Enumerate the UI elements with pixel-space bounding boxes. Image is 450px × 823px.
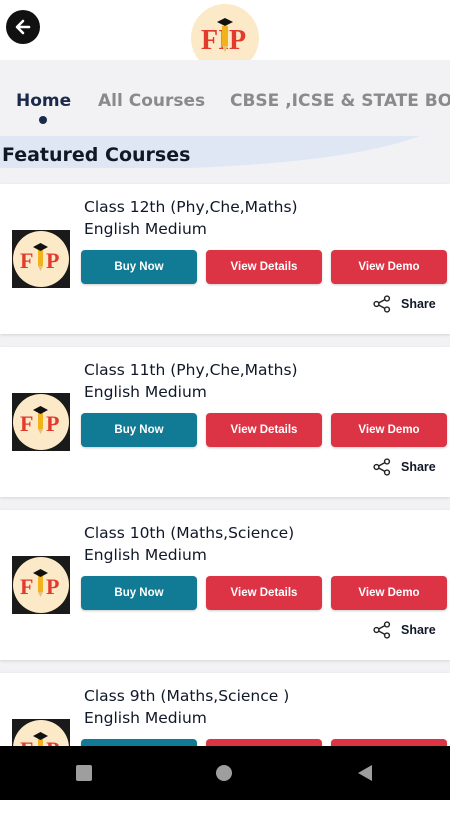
course-thumbnail[interactable]: F P xyxy=(12,556,70,614)
buy-now-button[interactable]: Buy Now xyxy=(81,250,197,284)
share-icon xyxy=(373,458,391,476)
section-title: Featured Courses xyxy=(2,144,191,166)
course-title: Class 10th (Maths,Science) xyxy=(84,524,295,542)
course-title: Class 11th (Phy,Che,Maths) xyxy=(84,361,298,379)
svg-text:P: P xyxy=(46,574,59,599)
share-button[interactable]: Share xyxy=(373,294,436,314)
fip-logo-icon: F P xyxy=(20,406,59,436)
share-label: Share xyxy=(401,297,436,311)
view-demo-button[interactable]: View Demo xyxy=(331,576,447,610)
course-medium: English Medium xyxy=(84,546,207,564)
svg-text:F: F xyxy=(20,574,33,599)
buy-now-button[interactable]: Buy Now xyxy=(81,576,197,610)
svg-text:F: F xyxy=(20,248,33,273)
course-medium: English Medium xyxy=(84,220,207,238)
tab-all-courses[interactable]: All Courses xyxy=(98,91,205,111)
fip-logo-icon: F P xyxy=(20,243,59,273)
home-circle-icon[interactable] xyxy=(216,765,232,781)
system-nav-bar xyxy=(0,746,450,800)
course-title: Class 12th (Phy,Che,Maths) xyxy=(84,198,298,216)
fip-logo-icon: F P xyxy=(20,569,59,599)
back-button[interactable] xyxy=(6,10,40,44)
buy-now-button[interactable]: Buy Now xyxy=(81,413,197,447)
arrow-left-icon xyxy=(15,19,31,35)
recents-square-icon[interactable] xyxy=(76,765,92,781)
tab-boards[interactable]: CBSE ,ICSE & STATE BOA xyxy=(230,91,450,111)
course-card: F P Class 11th (Phy,Che,Maths) English M… xyxy=(0,347,450,497)
course-thumbnail[interactable]: F P xyxy=(12,393,70,451)
tab-home[interactable]: Home xyxy=(16,91,71,111)
course-medium: English Medium xyxy=(84,383,207,401)
share-button[interactable]: Share xyxy=(373,457,436,477)
share-label: Share xyxy=(401,460,436,474)
view-details-button[interactable]: View Details xyxy=(206,576,322,610)
svg-text:F: F xyxy=(20,411,33,436)
view-details-button[interactable]: View Details xyxy=(206,250,322,284)
view-demo-button[interactable]: View Demo xyxy=(331,413,447,447)
svg-text:P: P xyxy=(46,411,59,436)
view-demo-button[interactable]: View Demo xyxy=(331,250,447,284)
svg-text:P: P xyxy=(46,248,59,273)
app-header: FIP xyxy=(0,0,450,72)
active-tab-indicator xyxy=(39,116,47,124)
course-title: Class 9th (Maths,Science ) xyxy=(84,687,290,705)
share-icon xyxy=(373,295,391,313)
share-icon xyxy=(373,621,391,639)
course-card: F P Class 12th (Phy,Che,Maths) English M… xyxy=(0,184,450,334)
course-thumbnail[interactable]: F P xyxy=(12,230,70,288)
share-label: Share xyxy=(401,623,436,637)
view-details-button[interactable]: View Details xyxy=(206,413,322,447)
back-triangle-icon[interactable] xyxy=(356,764,374,782)
share-button[interactable]: Share xyxy=(373,620,436,640)
course-card: F P Class 10th (Maths,Science) English M… xyxy=(0,510,450,660)
tab-bar: Home All Courses CBSE ,ICSE & STATE BOA xyxy=(0,60,450,136)
course-medium: English Medium xyxy=(84,709,207,727)
